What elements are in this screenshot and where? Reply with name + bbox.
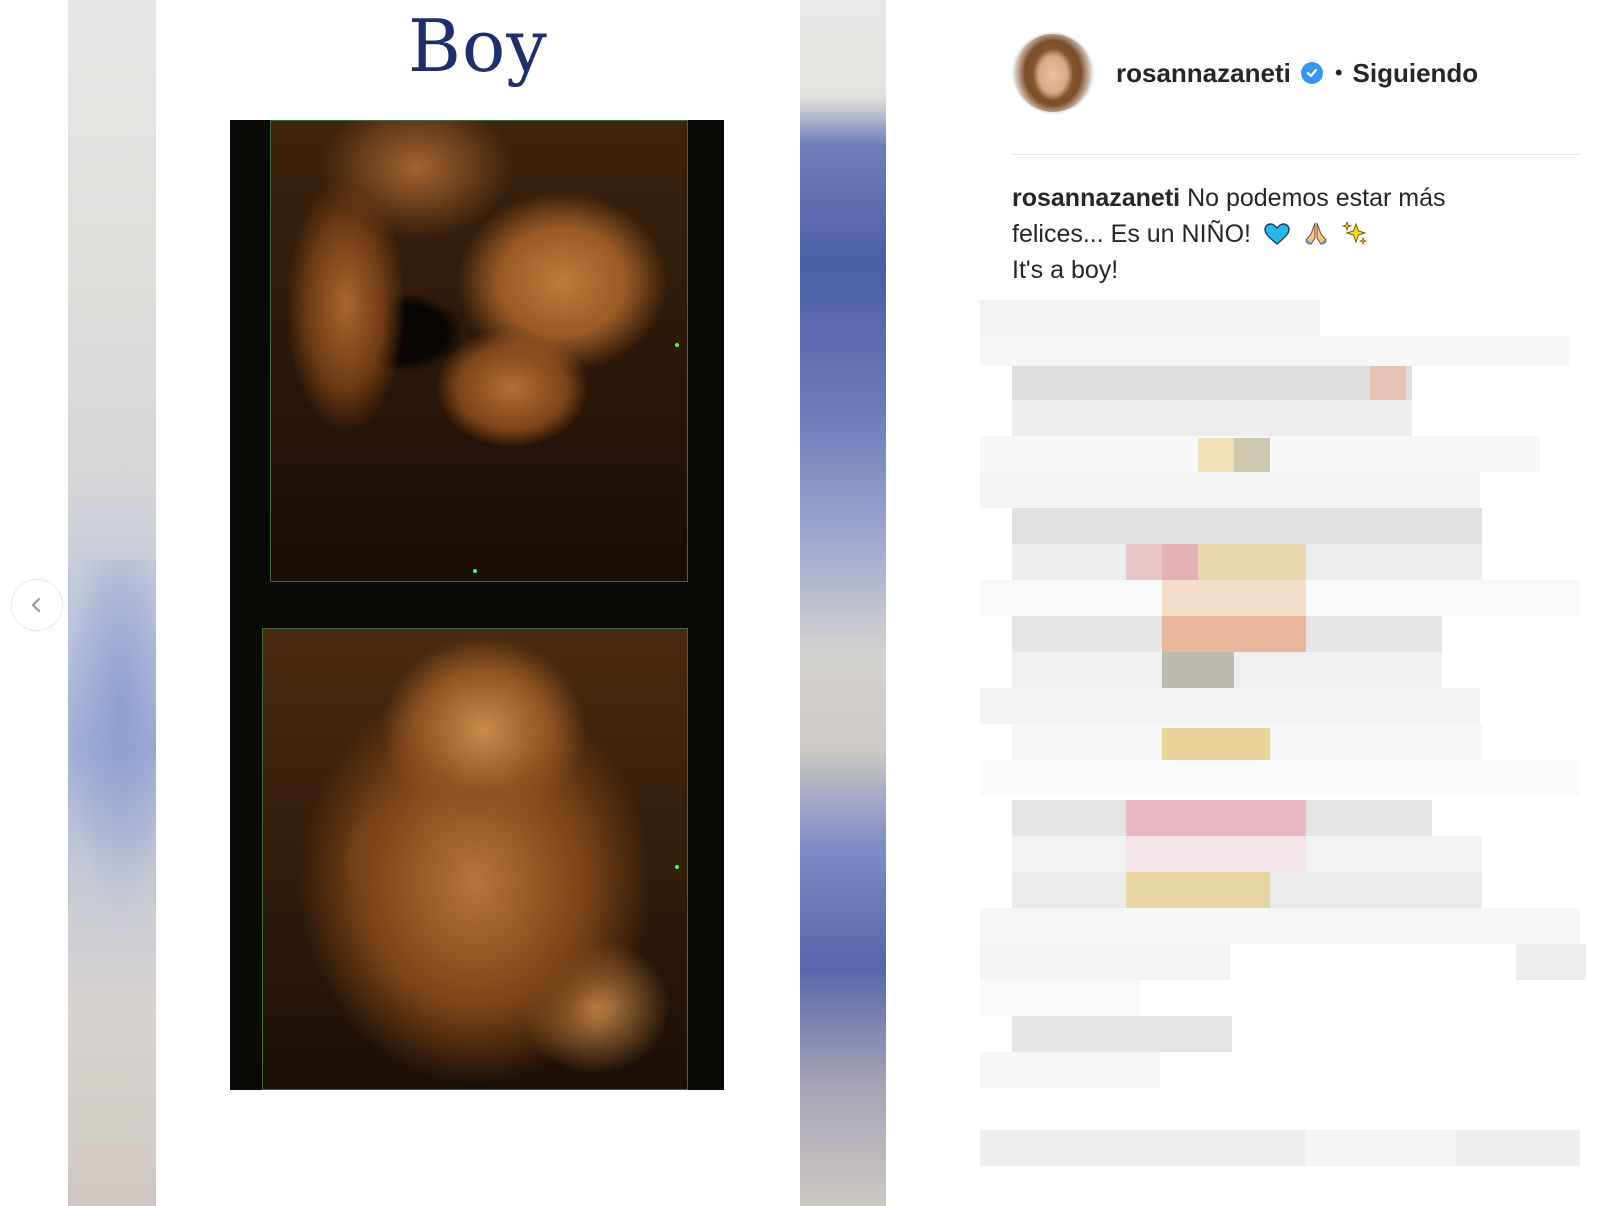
pixelated-region	[1234, 438, 1270, 472]
pixelated-region	[980, 336, 1570, 366]
caption-text-secondary: It's a boy!	[1012, 256, 1119, 284]
pixelated-region	[980, 472, 1480, 508]
previous-slide-peek	[68, 0, 156, 1206]
pixelated-region	[1012, 400, 1412, 436]
instagram-post-view: Boy rosannazaneti • Siguiendo rosannazan…	[0, 0, 1600, 1206]
pixelated-region	[1306, 1130, 1456, 1166]
praying-hands-icon	[1304, 222, 1327, 245]
sparkles-icon	[1341, 220, 1367, 246]
caption-username-link[interactable]: rosannazaneti	[1012, 184, 1180, 212]
pixelated-region	[980, 1130, 1580, 1166]
pixelated-region	[980, 760, 1580, 796]
carousel-prev-button[interactable]	[12, 580, 62, 630]
post-media: Boy	[0, 0, 886, 1206]
header-divider	[1012, 154, 1580, 155]
pixelated-region	[980, 980, 1140, 1016]
pixelated-region	[1162, 580, 1306, 616]
pixelated-region	[1126, 544, 1162, 580]
avatar[interactable]	[1012, 32, 1094, 114]
pixelated-region	[980, 688, 1480, 724]
scan-marker	[675, 343, 679, 347]
ultrasound-image-bottom	[262, 628, 688, 1090]
verified-badge-icon	[1300, 62, 1323, 84]
pixelated-region	[1516, 944, 1586, 980]
pixelated-region	[980, 300, 1320, 336]
pixelated-region	[1162, 728, 1270, 762]
next-slide-peek	[800, 0, 886, 1206]
pixelated-region	[1012, 366, 1412, 400]
pixelated-region	[1126, 872, 1270, 908]
pixelated-region	[1126, 836, 1306, 872]
pixelated-region	[1012, 1016, 1232, 1052]
pixelated-region	[980, 944, 1230, 980]
post-header: rosannazaneti • Siguiendo	[1012, 32, 1478, 114]
post-caption: rosannazaneti No podemos estar más felic…	[1012, 180, 1532, 288]
pixelated-region	[1198, 544, 1306, 580]
pixelated-region	[980, 1052, 1160, 1088]
scan-marker	[473, 569, 477, 573]
ultrasound-image-top	[270, 120, 688, 582]
chevron-left-icon	[31, 597, 41, 613]
username-link[interactable]: rosannazaneti	[1116, 58, 1291, 89]
pixelated-region	[1370, 366, 1406, 400]
pixelated-region	[1162, 544, 1198, 580]
slide-title: Boy	[408, 4, 548, 88]
pixelated-region	[1012, 508, 1482, 544]
following-button[interactable]: Siguiendo	[1353, 58, 1479, 89]
pixelated-region	[1162, 616, 1306, 652]
ultrasound-frame	[230, 120, 724, 1090]
pixelated-region	[1198, 438, 1234, 472]
scan-marker	[675, 865, 679, 869]
post-sidebar: rosannazaneti • Siguiendo rosannazaneti …	[886, 0, 1600, 1206]
pixelated-region	[980, 908, 1580, 944]
pixelated-region	[1162, 652, 1234, 688]
header-separator: •	[1334, 60, 1343, 85]
pixelated-region	[1126, 800, 1306, 836]
blue-heart-icon	[1264, 223, 1290, 245]
